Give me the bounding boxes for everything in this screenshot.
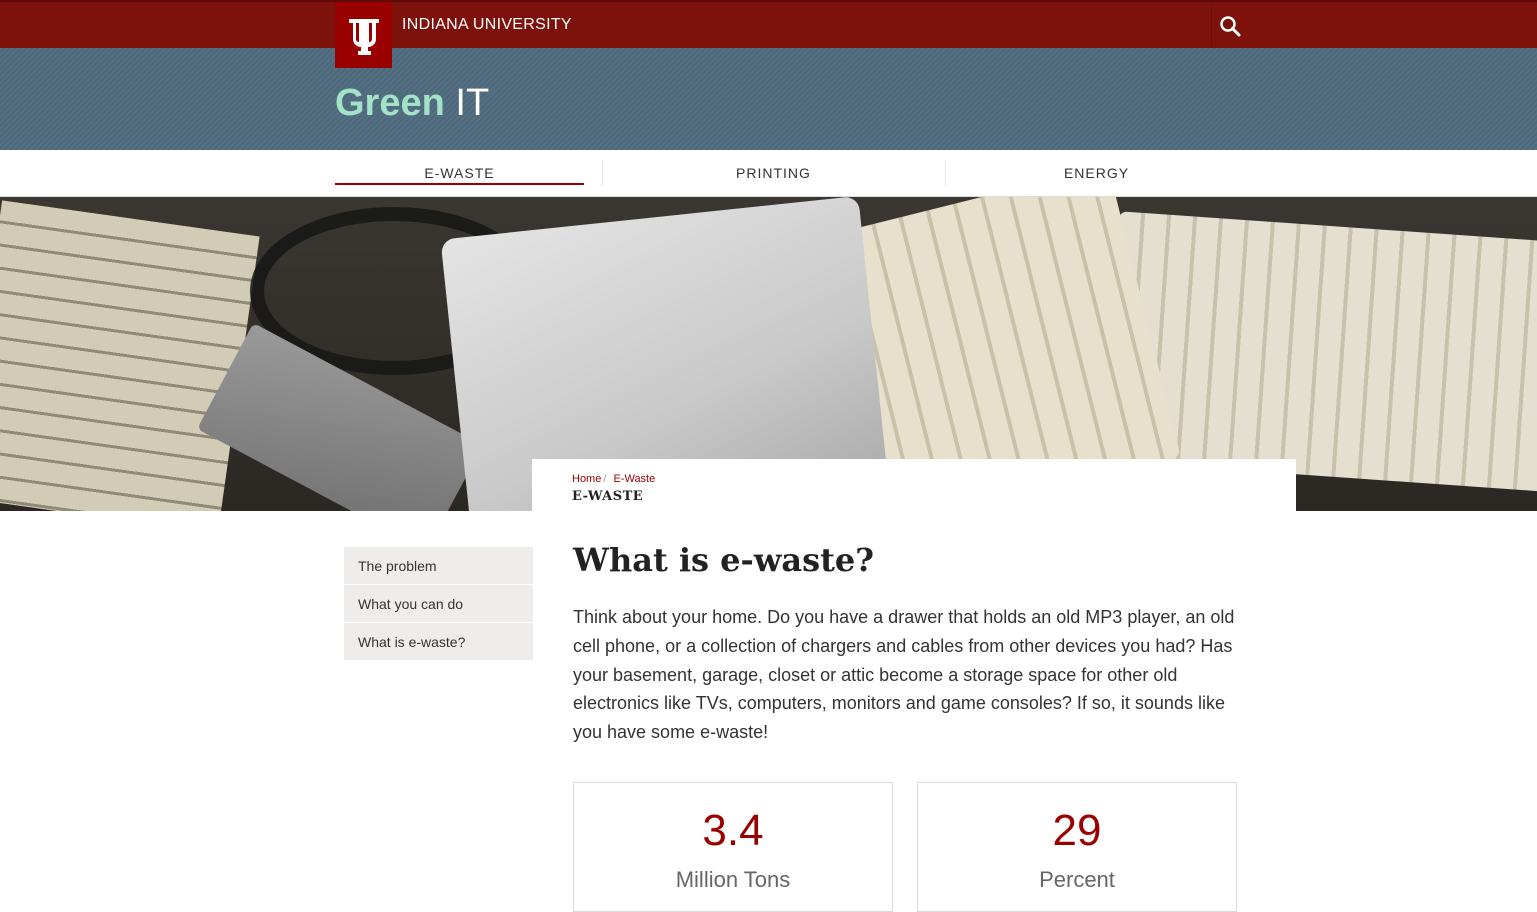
breadcrumb-current: E-WASTE [572, 489, 644, 504]
breadcrumb-e-waste[interactable]: E-Waste [613, 473, 655, 485]
nav-item-e-waste[interactable]: E-WASTE [335, 150, 584, 196]
breadcrumb-separator: / [603, 473, 607, 485]
site-title-accent: Green [335, 82, 445, 124]
intro-paragraph: Think about your home. Do you have a dra… [573, 607, 1235, 743]
page-heading: What is e-waste? [573, 541, 874, 579]
search-icon [1220, 16, 1241, 37]
breadcrumb: Home / E-Waste [572, 473, 655, 485]
site-banner: Green IT [0, 48, 1537, 150]
stat-card: 3.4 Million Tons [573, 782, 893, 912]
sidebar-item-the-problem[interactable]: The problem [344, 547, 533, 584]
iu-trident-icon[interactable] [335, 2, 392, 68]
nav-item-energy[interactable]: ENERGY [945, 150, 1248, 196]
stat-unit: Percent [1039, 867, 1115, 892]
breadcrumb-home[interactable]: Home [572, 473, 601, 485]
breadcrumb-card: Home / E-Waste E-WASTE [532, 459, 1296, 511]
site-title-rest: IT [455, 82, 490, 124]
iu-header-bar: INDIANA UNIVERSITY [0, 0, 1537, 68]
nav-item-printing[interactable]: PRINTING [602, 150, 945, 196]
stat-number: 29 [1052, 806, 1102, 855]
stat-number: 3.4 [702, 806, 764, 855]
sidebar-item-what-is-e-waste[interactable]: What is e-waste? [344, 623, 533, 660]
institution-name[interactable]: INDIANA UNIVERSITY [402, 16, 572, 34]
stat-unit: Million Tons [675, 867, 791, 892]
hero-keyboard-left [0, 200, 260, 511]
site-title[interactable]: Green IT [335, 84, 489, 122]
search-button[interactable] [1211, 6, 1248, 46]
stat-card: 29 Percent [917, 782, 1237, 912]
sidebar-nav: The problem What you can do What is e-wa… [344, 547, 533, 661]
main-nav: E-WASTE PRINTING ENERGY [0, 150, 1537, 197]
sidebar-item-what-you-can-do[interactable]: What you can do [344, 585, 533, 622]
iu-trident-svg [348, 19, 379, 55]
